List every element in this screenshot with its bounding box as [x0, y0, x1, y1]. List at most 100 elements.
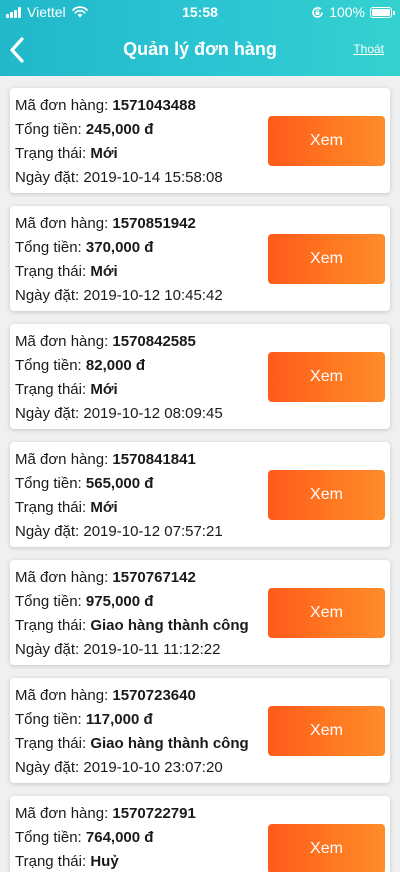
order-date-line: Ngày đặt: 2019-10-12 10:45:42 [15, 286, 223, 306]
order-id-value: 1570841841 [112, 451, 196, 468]
order-total-label: Tổng tiền: [15, 711, 86, 728]
order-date-label: Ngày đặt: [15, 641, 84, 658]
order-status-line: Trạng thái: Mới [15, 144, 118, 164]
view-order-button[interactable]: Xem [268, 234, 385, 284]
order-total-label: Tổng tiền: [15, 593, 86, 610]
order-status-value: Mới [90, 499, 118, 516]
status-bar: Viettel 15:58 100% [0, 0, 400, 24]
order-date-value: 2019-10-12 08:09:45 [83, 405, 223, 422]
order-status-label: Trạng thái: [15, 617, 91, 634]
order-total-line: Tổng tiền: 82,000 đ [15, 356, 145, 376]
order-card: Mã đơn hàng: 1571043488 Tổng tiền: 245,0… [10, 88, 390, 193]
order-date-value: 2019-10-11 11:12:22 [83, 641, 221, 658]
order-id-value: 1570767142 [112, 569, 196, 586]
order-total-value: 565,000 đ [85, 475, 154, 492]
order-id-line: Mã đơn hàng: 1570851942 [15, 214, 196, 234]
order-total-value: 370,000 đ [85, 239, 154, 256]
order-total-label: Tổng tiền: [15, 121, 86, 138]
order-status-line: Trạng thái: Mới [15, 498, 118, 518]
logout-link[interactable]: Thoát [353, 42, 384, 56]
order-total-line: Tổng tiền: 565,000 đ [15, 474, 153, 494]
order-id-line: Mã đơn hàng: 1571043488 [15, 96, 196, 116]
order-date-label: Ngày đặt: [15, 523, 84, 540]
order-date-label: Ngày đặt: [15, 169, 84, 186]
order-total-line: Tổng tiền: 370,000 đ [15, 238, 153, 258]
order-id-value: 1570842585 [112, 333, 196, 350]
order-total-label: Tổng tiền: [15, 357, 86, 374]
order-id-line: Mã đơn hàng: 1570842585 [15, 332, 196, 352]
order-id-label: Mã đơn hàng: [15, 569, 113, 586]
order-id-line: Mã đơn hàng: 1570841841 [15, 450, 196, 470]
order-id-label: Mã đơn hàng: [15, 97, 113, 114]
order-date-line: Ngày đặt: 2019-10-12 07:57:21 [15, 522, 223, 542]
rotation-lock-icon [312, 6, 323, 18]
order-total-value: 245,000 đ [85, 121, 154, 138]
order-total-value: 82,000 đ [85, 357, 146, 374]
order-list[interactable]: Mã đơn hàng: 1571043488 Tổng tiền: 245,0… [0, 76, 400, 872]
order-id-line: Mã đơn hàng: 1570722791 [15, 804, 196, 824]
order-card: Mã đơn hàng: 1570842585 Tổng tiền: 82,00… [10, 324, 390, 429]
order-status-line: Trạng thái: Mới [15, 262, 118, 282]
order-card: Mã đơn hàng: 1570723640 Tổng tiền: 117,0… [10, 678, 390, 783]
order-id-value: 1570723640 [112, 687, 196, 704]
battery-percent: 100% [329, 4, 365, 20]
order-id-label: Mã đơn hàng: [15, 687, 113, 704]
order-status-value: Mới [90, 381, 118, 398]
view-order-button[interactable]: Xem [268, 116, 385, 166]
order-status-value: Giao hàng thành công [90, 735, 249, 752]
order-status-label: Trạng thái: [15, 263, 91, 280]
order-status-value: Huỷ [90, 853, 119, 870]
order-date-value: 2019-10-12 07:57:21 [83, 523, 223, 540]
order-date-line: Ngày đặt: 2019-10-11 11:12:22 [15, 640, 220, 660]
nav-bar: Quản lý đơn hàng Thoát [0, 26, 400, 74]
battery-icon [370, 6, 395, 18]
view-order-button[interactable]: Xem [268, 588, 385, 638]
view-order-button[interactable]: Xem [268, 824, 385, 872]
order-card: Mã đơn hàng: 1570767142 Tổng tiền: 975,0… [10, 560, 390, 665]
order-card: Mã đơn hàng: 1570851942 Tổng tiền: 370,0… [10, 206, 390, 311]
order-date-line: Ngày đặt: 2019-10-12 08:09:45 [15, 404, 223, 424]
order-status-line: Trạng thái: Giao hàng thành công [15, 616, 249, 636]
order-date-value: 2019-10-14 15:58:08 [83, 169, 223, 186]
order-id-value: 1571043488 [112, 97, 196, 114]
order-id-line: Mã đơn hàng: 1570767142 [15, 568, 196, 588]
view-order-button[interactable]: Xem [268, 352, 385, 402]
order-status-label: Trạng thái: [15, 735, 91, 752]
order-total-value: 764,000 đ [85, 829, 154, 846]
order-date-value: 2019-10-10 23:07:20 [83, 759, 223, 776]
order-date-label: Ngày đặt: [15, 405, 84, 422]
order-status-value: Mới [90, 263, 118, 280]
order-id-label: Mã đơn hàng: [15, 215, 113, 232]
order-total-label: Tổng tiền: [15, 239, 86, 256]
order-total-label: Tổng tiền: [15, 475, 86, 492]
order-status-label: Trạng thái: [15, 145, 91, 162]
order-status-value: Mới [90, 145, 118, 162]
order-total-line: Tổng tiền: 117,000 đ [15, 710, 153, 730]
order-total-line: Tổng tiền: 764,000 đ [15, 828, 153, 848]
order-card: Mã đơn hàng: 1570722791 Tổng tiền: 764,0… [10, 796, 390, 872]
order-date-line: Ngày đặt: 2019-10-10 23:07:20 [15, 758, 223, 778]
order-total-line: Tổng tiền: 975,000 đ [15, 592, 153, 612]
order-status-line: Trạng thái: Giao hàng thành công [15, 734, 249, 754]
order-total-label: Tổng tiền: [15, 829, 86, 846]
order-status-line: Trạng thái: Mới [15, 380, 118, 400]
page-title: Quản lý đơn hàng [123, 39, 277, 59]
order-status-label: Trạng thái: [15, 499, 91, 516]
order-total-value: 117,000 đ [85, 711, 153, 728]
order-id-label: Mã đơn hàng: [15, 805, 113, 822]
app-header: Viettel 15:58 100% Quản lý đơn hàng Thoá… [0, 0, 400, 76]
order-id-value: 1570722791 [112, 805, 196, 822]
order-date-label: Ngày đặt: [15, 287, 84, 304]
order-date-label: Ngày đặt: [15, 759, 84, 776]
order-status-line: Trạng thái: Huỷ [15, 852, 119, 872]
order-total-line: Tổng tiền: 245,000 đ [15, 120, 153, 140]
order-date-line: Ngày đặt: 2019-10-14 15:58:08 [15, 168, 223, 188]
view-order-button[interactable]: Xem [268, 470, 385, 520]
status-right: 100% [311, 4, 395, 20]
order-card: Mã đơn hàng: 1570841841 Tổng tiền: 565,0… [10, 442, 390, 547]
order-date-value: 2019-10-12 10:45:42 [83, 287, 223, 304]
order-status-label: Trạng thái: [15, 853, 91, 870]
order-status-value: Giao hàng thành công [90, 617, 249, 634]
view-order-button[interactable]: Xem [268, 706, 385, 756]
order-id-line: Mã đơn hàng: 1570723640 [15, 686, 196, 706]
